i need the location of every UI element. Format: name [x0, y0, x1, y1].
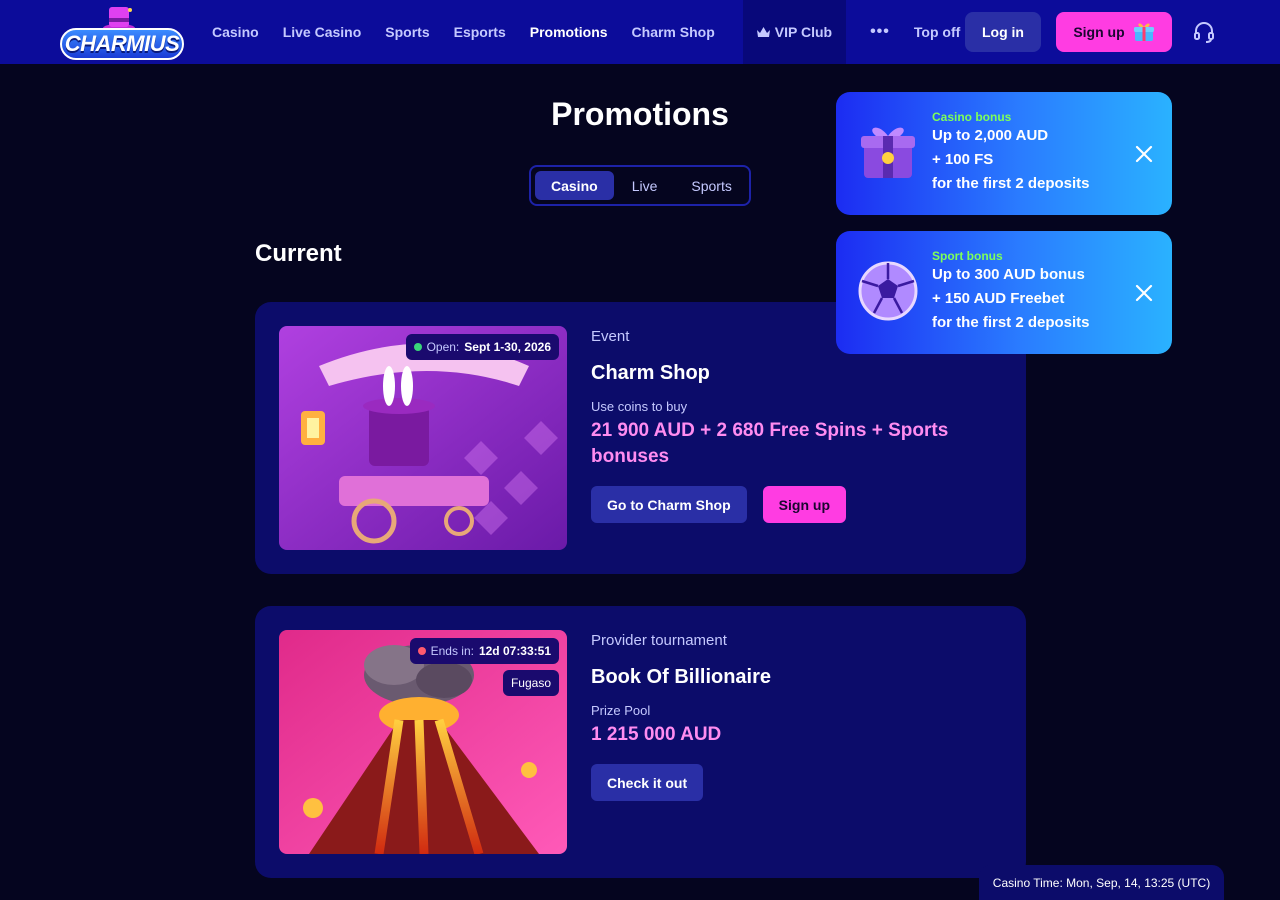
bonus-line: for the first 2 deposits: [932, 314, 1090, 331]
nav-promotions[interactable]: Promotions: [518, 0, 620, 64]
status-value: Sept 1-30, 2026: [464, 340, 551, 354]
nav-vip-club[interactable]: VIP Club: [742, 0, 847, 64]
promo-image-charm-shop[interactable]: Open: Sept 1-30, 2026: [279, 326, 567, 550]
promo-card-book-of-billionaire: Ends in: 12d 07:33:51 Fugaso Provider to…: [255, 606, 1026, 878]
promo-name: Book Of Billionaire: [591, 666, 772, 688]
status-dot: [413, 343, 422, 351]
status-value: 12d 07:33:51: [478, 644, 551, 658]
nav-casino[interactable]: Casino: [200, 0, 271, 64]
promo-details: Provider tournament Book Of Billionaire …: [591, 630, 1002, 801]
login-button[interactable]: Log in: [965, 12, 1041, 52]
soccer-ball-icon: [858, 261, 918, 321]
go-to-charm-shop-button[interactable]: Go to Charm Shop: [591, 486, 747, 523]
bonus-text: Casino bonus Up to 2,000 AUD + 100 FS fo…: [932, 110, 1090, 196]
bonus-line: + 150 AUD Freebet: [932, 290, 1065, 307]
vip-label: VIP Club: [774, 24, 833, 40]
status-label: Ends in:: [430, 644, 474, 658]
main-nav: Casino Live Casino Sports Esports Promot…: [200, 0, 970, 64]
promo-name: Charm Shop: [591, 362, 710, 384]
promo-image-book-of-billionaire[interactable]: Ends in: 12d 07:33:51 Fugaso: [279, 630, 567, 854]
sport-bonus-toast[interactable]: Sport bonus Up to 300 AUD bonus + 150 AU…: [836, 231, 1172, 354]
check-it-out-button[interactable]: Check it out: [591, 764, 704, 801]
tab-sports[interactable]: Sports: [675, 171, 747, 200]
close-icon[interactable]: [1134, 144, 1154, 164]
nav-sports[interactable]: Sports: [373, 0, 441, 64]
signup-button[interactable]: Sign up: [1056, 12, 1172, 52]
promo-subtitle: Use coins to buy: [591, 399, 688, 414]
provider-badge: Fugaso: [502, 670, 559, 696]
signup-label: Sign up: [1073, 24, 1125, 40]
bonus-text: Sport bonus Up to 300 AUD bonus + 150 AU…: [932, 249, 1090, 335]
promo-subtitle: Prize Pool: [591, 703, 651, 718]
promo-details: Event Charm Shop Use coins to buy 21 900…: [591, 326, 1002, 523]
nav-charm-shop[interactable]: Charm Shop: [620, 0, 743, 64]
tournament-countdown-badge: Ends in: 12d 07:33:51: [409, 638, 559, 664]
bonus-kind: Casino bonus: [932, 110, 1012, 124]
promo-type: Provider tournament: [591, 632, 727, 649]
nav-esports[interactable]: Esports: [442, 0, 518, 64]
nav-live-casino[interactable]: Live Casino: [271, 0, 374, 64]
bonus-line: Up to 300 AUD bonus: [932, 266, 1085, 283]
crown-icon: [756, 26, 770, 37]
gift-icon: [1133, 23, 1154, 41]
charmius-logo[interactable]: CHARMIUS: [60, 4, 184, 60]
tab-casino[interactable]: Casino: [535, 171, 614, 200]
section-title-current: Current: [255, 240, 342, 267]
bonus-kind: Sport bonus: [932, 249, 1003, 263]
logo-wordmark: CHARMIUS: [60, 28, 184, 60]
bonus-line: Up to 2,000 AUD: [932, 127, 1049, 144]
headset-support-icon[interactable]: [1192, 20, 1216, 44]
more-menu-icon[interactable]: •••: [846, 0, 904, 64]
close-icon[interactable]: [1134, 283, 1154, 303]
promo-signup-button[interactable]: Sign up: [762, 486, 846, 523]
promo-actions: Go to Charm Shop Sign up: [591, 486, 1002, 523]
bonus-line: for the first 2 deposits: [932, 175, 1090, 192]
nav-top-off[interactable]: Top off: [904, 24, 970, 40]
top-header: CHARMIUS Casino Live Casino Sports Espor…: [0, 0, 1280, 64]
gift-box-icon: [861, 127, 915, 178]
casino-bonus-toast[interactable]: Casino bonus Up to 2,000 AUD + 100 FS fo…: [836, 92, 1172, 215]
event-status-badge: Open: Sept 1-30, 2026: [405, 334, 559, 360]
tab-live[interactable]: Live: [616, 171, 674, 200]
promo-category-tabs: Casino Live Sports: [529, 165, 751, 206]
status-dot: [417, 647, 426, 655]
status-label: Open:: [426, 340, 460, 354]
promo-highlight: 21 900 AUD + 2 680 Free Spins + Sports b…: [591, 420, 949, 467]
casino-time-bar: Casino Time: Mon, Sep, 14, 13:25 (UTC): [979, 865, 1224, 900]
bonus-line: + 100 FS: [932, 151, 994, 168]
promo-highlight: 1 215 000 AUD: [591, 724, 722, 745]
promo-actions: Check it out: [591, 764, 1002, 801]
